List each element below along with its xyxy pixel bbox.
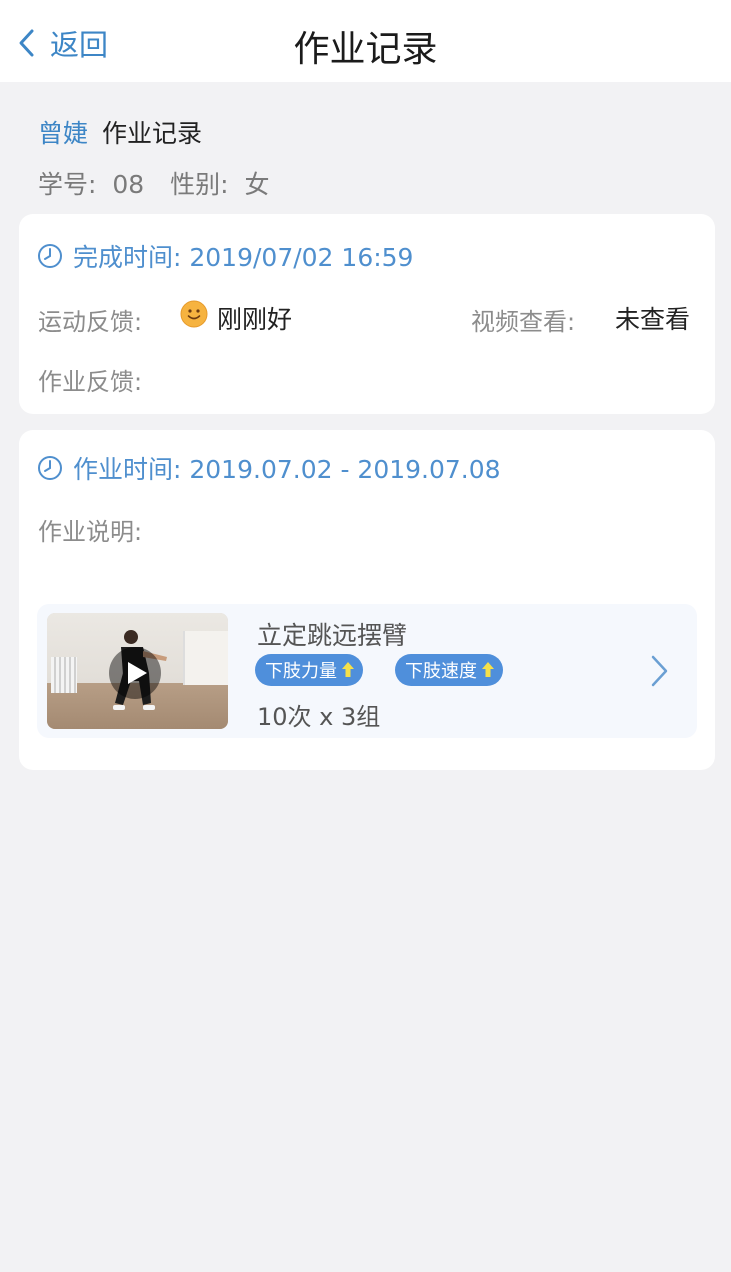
page-title: 作业记录: [293, 29, 438, 70]
assignment-time: 作业时间: 2019.07.02 - 2019.07.08: [73, 455, 501, 484]
description-label: 作业说明:: [38, 518, 143, 546]
exercise-reps: 10次 x 3组: [257, 703, 381, 731]
student-meta: 学号: 08 性别: 女: [38, 165, 270, 201]
completion-card: 完成时间: 2019/07/02 16:59 运动反馈: 刚刚好 视频查看: 未…: [19, 214, 715, 414]
student-header: 曾婕 作业记录: [38, 114, 202, 150]
video-view-value: 未查看: [615, 305, 691, 334]
assignment-time-row: 作业时间: 2019.07.02 - 2019.07.08: [37, 450, 501, 486]
record-title: 作业记录: [101, 119, 202, 148]
clock-icon: [38, 244, 62, 268]
navigation-bar: 返回 作业记录: [0, 0, 731, 82]
homework-feedback-label: 作业反馈:: [38, 368, 143, 396]
student-id-label: 学号:: [38, 170, 97, 199]
video-view-label: 视频查看:: [471, 308, 576, 336]
student-id-value: 08: [112, 170, 145, 199]
exercise-name: 立定跳远摆臂: [257, 621, 408, 650]
tag-label: 下肢力量: [265, 661, 337, 682]
exercise-feedback-value: 刚刚好: [217, 305, 293, 334]
student-name: 曾婕: [38, 119, 89, 148]
exercise-video-thumbnail[interactable]: [47, 613, 228, 729]
play-button[interactable]: [109, 647, 161, 699]
assignment-card: 作业时间: 2019.07.02 - 2019.07.08 作业说明: 立定跳远…: [19, 430, 715, 770]
clock-icon: [38, 456, 62, 480]
exercise-tag: 下肢力量: [255, 654, 363, 686]
arrow-up-icon: [482, 662, 494, 677]
smiley-face-icon: [180, 300, 208, 328]
arrow-up-icon: [342, 662, 354, 677]
play-icon: [128, 662, 147, 684]
gender-value: 女: [244, 170, 270, 199]
completion-time: 完成时间: 2019/07/02 16:59: [73, 243, 414, 272]
tag-label: 下肢速度: [405, 661, 477, 682]
completion-time-row: 完成时间: 2019/07/02 16:59: [37, 238, 413, 274]
exercise-tag: 下肢速度: [395, 654, 503, 686]
gender-label: 性别:: [170, 170, 229, 199]
chevron-right-icon[interactable]: [649, 654, 669, 688]
exercise-item[interactable]: 立定跳远摆臂 下肢力量 下肢速度 10次 x 3组: [37, 604, 697, 738]
exercise-feedback-label: 运动反馈:: [38, 308, 143, 336]
